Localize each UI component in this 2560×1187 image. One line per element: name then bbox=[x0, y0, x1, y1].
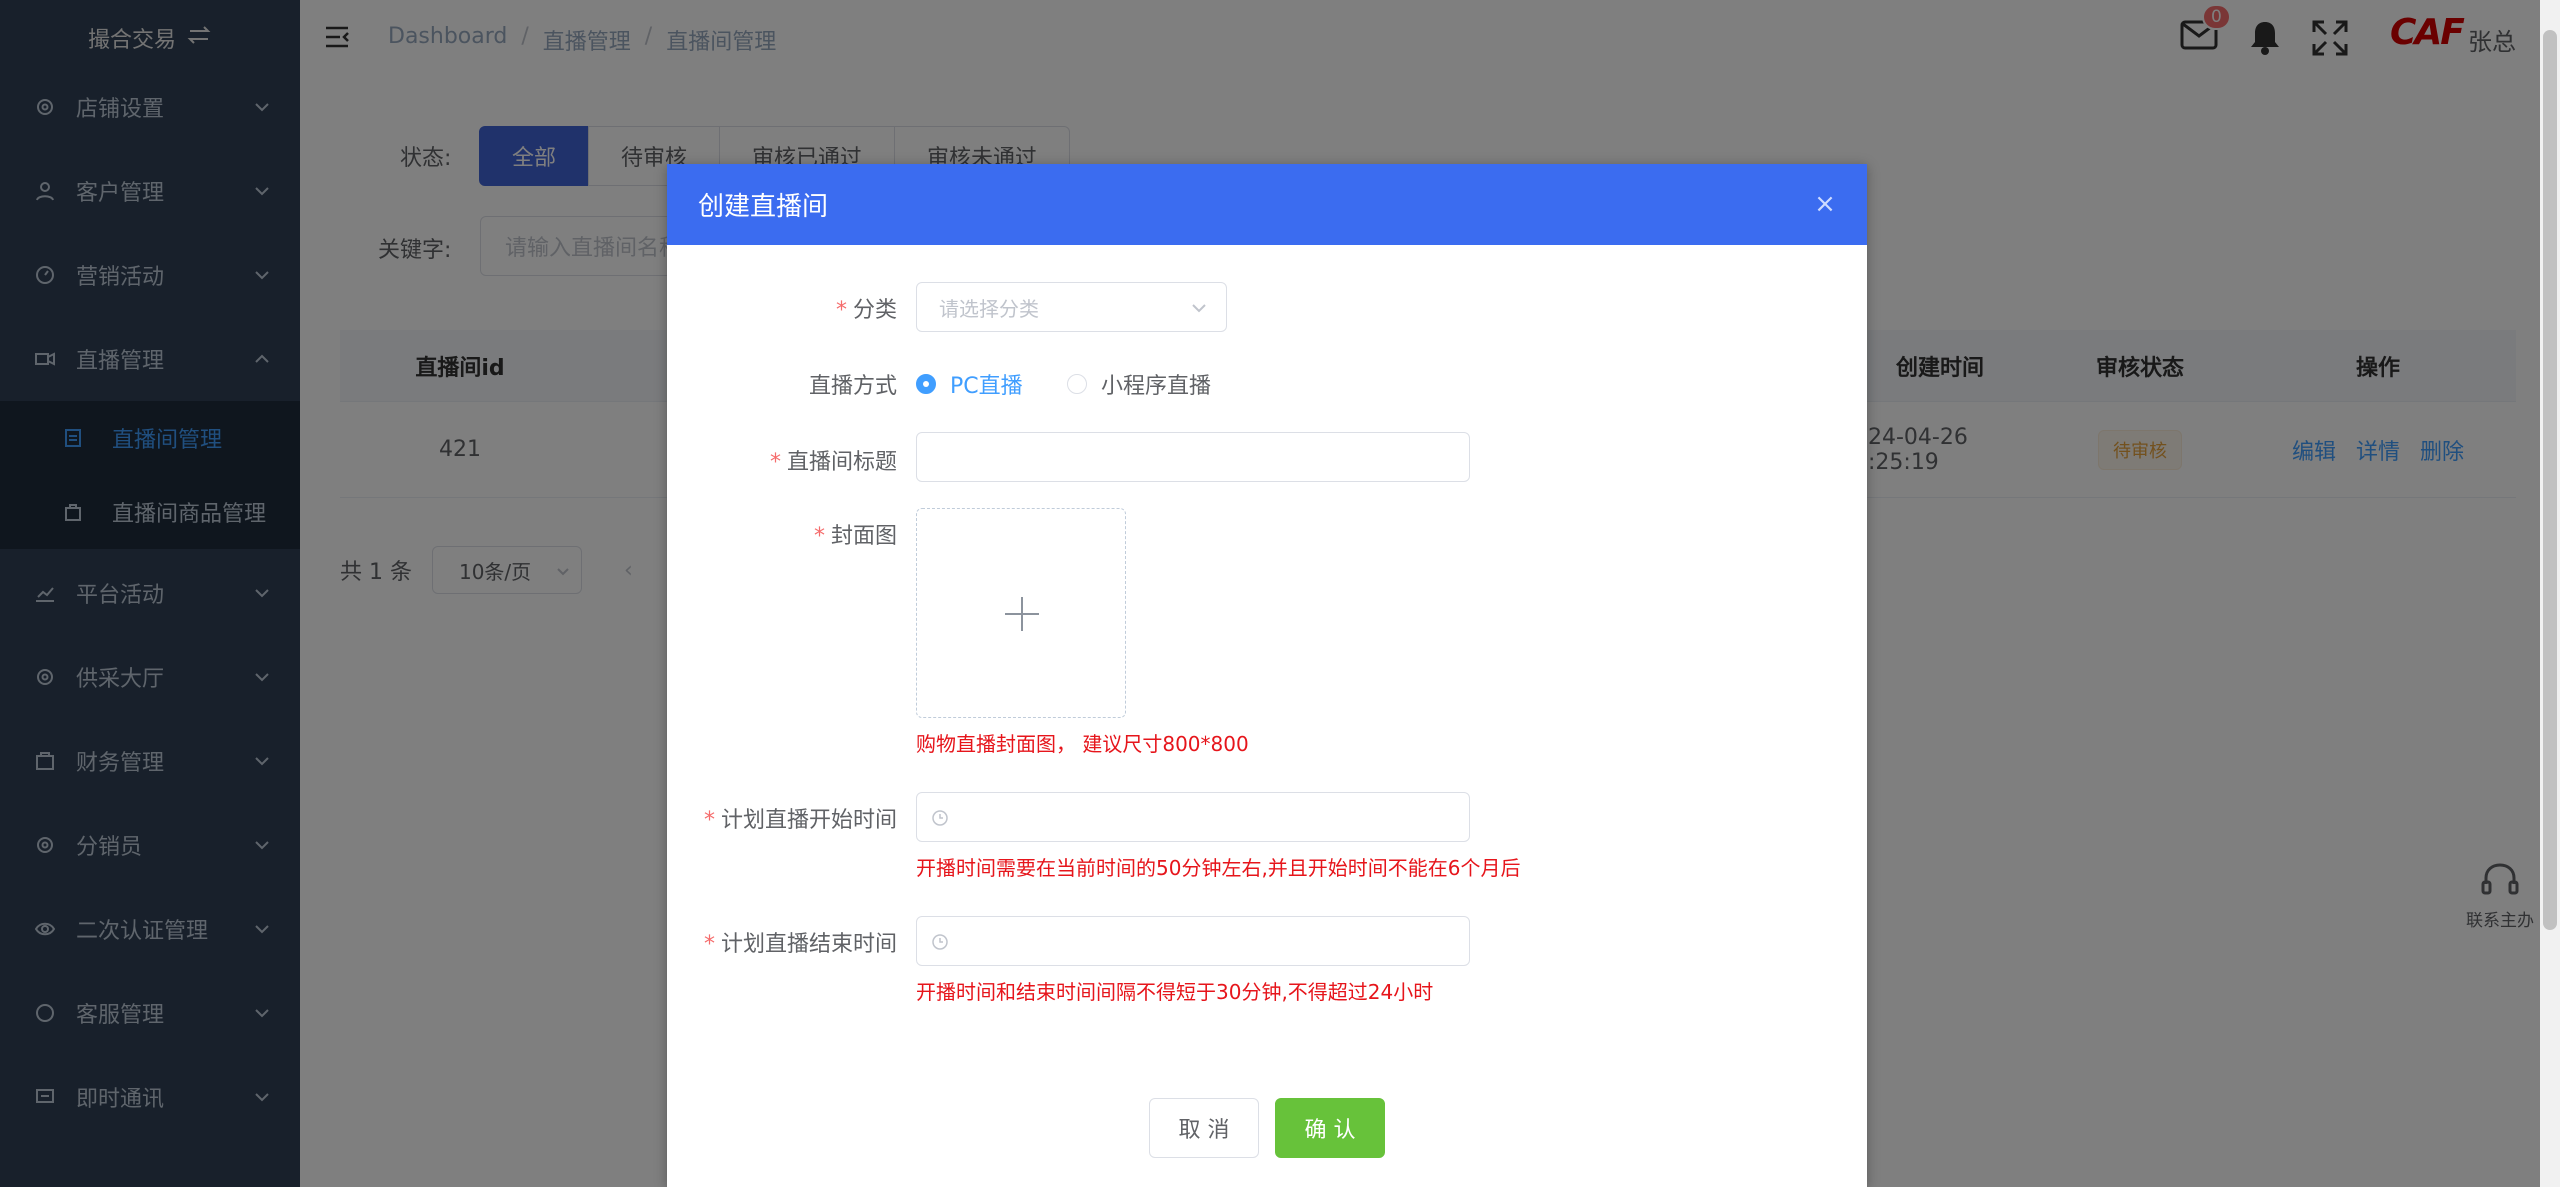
mode-option-miniprogram[interactable]: 小程序直播 bbox=[1067, 368, 1211, 400]
cover-hint: 购物直播封面图， 建议尺寸800*800 bbox=[916, 732, 1249, 756]
start-time-hint: 开播时间需要在当前时间的50分钟左右,并且开始时间不能在6个月后 bbox=[916, 856, 1521, 880]
confirm-button[interactable]: 确 认 bbox=[1275, 1098, 1385, 1158]
title-label-text: 直播间标题 bbox=[786, 450, 897, 475]
cover-label-text: 封面图 bbox=[830, 524, 897, 549]
required-mark: * bbox=[769, 450, 781, 475]
mode-option-label: 小程序直播 bbox=[1101, 374, 1212, 399]
required-mark: * bbox=[813, 524, 825, 549]
required-mark: * bbox=[703, 808, 715, 833]
radio-dot bbox=[916, 374, 936, 394]
plus-icon-vertical bbox=[1021, 597, 1023, 631]
mode-option-label: PC直播 bbox=[950, 374, 1023, 399]
mode-option-pc[interactable]: PC直播 bbox=[916, 368, 1023, 400]
end-time-picker[interactable] bbox=[916, 916, 1470, 966]
dialog-title: 创建直播间 bbox=[698, 192, 829, 222]
start-time-picker[interactable] bbox=[916, 792, 1470, 842]
category-placeholder: 请选择分类 bbox=[939, 296, 1039, 321]
dialog-header: 创建直播间 × bbox=[667, 164, 1867, 245]
required-mark: * bbox=[703, 932, 715, 957]
create-live-room-dialog: 创建直播间 × * 分类 请选择分类 直播方式 PC直播 小程序直播 * 直播间标题… bbox=[667, 164, 1867, 1187]
cancel-button[interactable]: 取 消 bbox=[1149, 1098, 1259, 1158]
close-icon[interactable]: × bbox=[1813, 191, 1837, 217]
chevron-down-icon bbox=[1192, 304, 1206, 313]
clock-icon bbox=[932, 810, 948, 826]
radio-dot bbox=[1067, 374, 1087, 394]
clock-icon bbox=[932, 934, 948, 950]
category-label: * 分类 bbox=[667, 292, 897, 324]
start-time-label-text: 计划直播开始时间 bbox=[720, 808, 897, 833]
title-label: * 直播间标题 bbox=[667, 444, 897, 476]
page-scrollbar[interactable] bbox=[2540, 0, 2560, 1187]
end-time-label: * 计划直播结束时间 bbox=[667, 926, 897, 958]
end-time-hint: 开播时间和结束时间间隔不得短于30分钟,不得超过24小时 bbox=[916, 980, 1434, 1004]
required-mark: * bbox=[835, 298, 847, 323]
mode-label: 直播方式 bbox=[808, 374, 897, 399]
start-time-label: * 计划直播开始时间 bbox=[667, 802, 897, 834]
title-input[interactable] bbox=[916, 432, 1470, 482]
scrollbar-thumb[interactable] bbox=[2543, 30, 2557, 930]
end-time-label-text: 计划直播结束时间 bbox=[720, 932, 897, 957]
category-label-text: 分类 bbox=[852, 298, 897, 323]
cover-uploader[interactable] bbox=[916, 508, 1126, 718]
cover-label: * 封面图 bbox=[667, 518, 897, 550]
category-select[interactable]: 请选择分类 bbox=[916, 282, 1227, 332]
